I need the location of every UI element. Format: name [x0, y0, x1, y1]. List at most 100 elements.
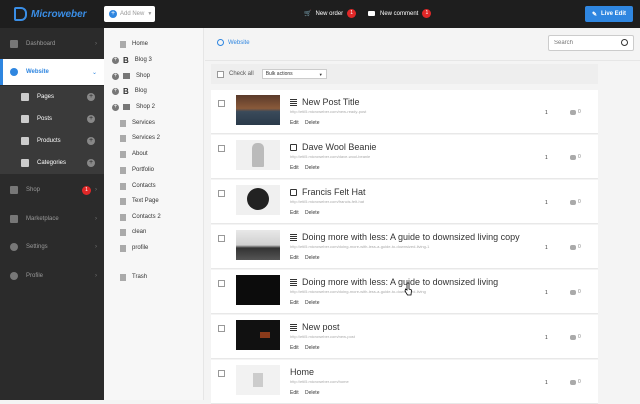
row-url[interactable]: http://etil5.microweber.com/home	[290, 379, 349, 384]
tree-item[interactable]: Contacts	[112, 180, 156, 192]
thumbnail-image[interactable]	[236, 95, 280, 125]
expand-icon[interactable]: +	[112, 56, 119, 64]
add-product-button[interactable]: +	[87, 137, 95, 145]
edit-link[interactable]: Edit	[290, 165, 299, 171]
delete-link[interactable]: Delete	[305, 210, 319, 216]
thumbnail-image[interactable]	[236, 275, 280, 305]
row-title[interactable]: Francis Felt Hat	[290, 187, 366, 197]
row-checkbox[interactable]	[218, 145, 225, 152]
sidebar-item-profile[interactable]: Profile ›	[0, 265, 104, 287]
row-checkbox[interactable]	[218, 370, 225, 377]
breadcrumb[interactable]: Website	[217, 39, 250, 46]
row-url[interactable]: http://etil5.microweber.com/dave-wool-be…	[290, 154, 370, 159]
delete-link[interactable]: Delete	[305, 120, 319, 126]
thumbnail-image[interactable]	[236, 230, 280, 260]
sidebar-item-pages[interactable]: Pages +	[0, 86, 104, 108]
row-checkbox[interactable]	[218, 325, 225, 332]
tree-item-label: Shop	[136, 73, 151, 79]
row-title[interactable]: New Post Title	[290, 97, 360, 107]
delete-link[interactable]: Delete	[305, 255, 319, 261]
row-url[interactable]: http://etil5.microweber.com/new-ready-po…	[290, 109, 366, 114]
row-checkbox[interactable]	[218, 280, 225, 287]
thumbnail-image[interactable]	[236, 320, 280, 350]
row-comments[interactable]: 0	[570, 244, 581, 250]
row-title[interactable]: Home	[290, 367, 314, 377]
add-post-button[interactable]: +	[87, 115, 95, 123]
comment-count: 0	[578, 154, 581, 160]
tree-item[interactable]: Contacts 2	[112, 211, 161, 223]
sidebar-item-dashboard[interactable]: Dashboard ›	[0, 33, 104, 55]
row-title[interactable]: Doing more with less: A guide to downsiz…	[290, 277, 498, 287]
search-input[interactable]	[549, 36, 617, 50]
check-all-checkbox[interactable]	[217, 70, 224, 78]
sidebar-item-shop[interactable]: Shop 1 ›	[0, 179, 104, 201]
tree-item[interactable]: About	[112, 148, 148, 160]
tree-item[interactable]: Portfolio	[112, 164, 154, 176]
edit-link[interactable]: Edit	[290, 345, 299, 351]
delete-link[interactable]: Delete	[305, 345, 319, 351]
add-page-button[interactable]: +	[87, 93, 95, 101]
sidebar-item-website[interactable]: Website ⌄	[0, 59, 104, 85]
sidebar-item-settings[interactable]: Settings ›	[0, 236, 104, 258]
expand-icon[interactable]: +	[112, 87, 119, 95]
comment-count: 0	[578, 334, 581, 340]
sidebar-item-posts[interactable]: Posts +	[0, 108, 104, 130]
tree-item-label: About	[132, 151, 148, 157]
sidebar-item-products[interactable]: Products +	[0, 130, 104, 152]
row-checkbox[interactable]	[218, 100, 225, 107]
row-url[interactable]: http://etil5.microweber.com/doing-more-w…	[290, 244, 429, 249]
table-row: Francis Felt Hat http://etil5.microweber…	[211, 180, 598, 224]
live-edit-button[interactable]: ✎ Live Edit	[585, 6, 633, 22]
row-comments[interactable]: 0	[570, 199, 581, 205]
edit-link[interactable]: Edit	[290, 255, 299, 261]
row-title[interactable]: New post	[290, 322, 340, 332]
row-comments[interactable]: 0	[570, 379, 581, 385]
delete-link[interactable]: Delete	[305, 300, 319, 306]
expand-icon[interactable]: +	[112, 103, 119, 111]
edit-link[interactable]: Edit	[290, 120, 299, 126]
thumbnail-image[interactable]	[236, 365, 280, 395]
post-icon	[290, 98, 297, 106]
sidebar-item-marketplace[interactable]: Marketplace ›	[0, 208, 104, 230]
search-icon[interactable]	[621, 39, 628, 46]
row-comments[interactable]: 0	[570, 334, 581, 340]
edit-link[interactable]: Edit	[290, 210, 299, 216]
tree-item[interactable]: + Shop 2	[112, 101, 155, 113]
bulk-actions-select[interactable]: Bulk actions ▼	[261, 69, 327, 79]
tree-item[interactable]: + B Blog 3	[112, 54, 152, 66]
row-checkbox[interactable]	[218, 190, 225, 197]
row-comments[interactable]: 0	[570, 289, 581, 295]
row-checkbox[interactable]	[218, 235, 225, 242]
edit-link[interactable]: Edit	[290, 300, 299, 306]
thumbnail-image[interactable]	[236, 140, 280, 170]
row-url[interactable]: http://etil5.microweber.com/francis-felt…	[290, 199, 364, 204]
tree-item[interactable]: Home	[112, 38, 148, 50]
row-count: 1	[545, 110, 548, 116]
tree-item[interactable]: profile	[112, 242, 148, 254]
row-title-text: Dave Wool Beanie	[302, 142, 377, 152]
page-icon	[120, 150, 126, 158]
new-comment-link[interactable]: New comment 1	[368, 9, 432, 18]
new-order-link[interactable]: 🛒 New order 1	[304, 9, 357, 18]
tree-item-trash[interactable]: Trash	[112, 271, 147, 283]
edit-link[interactable]: Edit	[290, 390, 299, 396]
tree-item[interactable]: + B Blog	[112, 85, 147, 97]
tree-item[interactable]: + Shop	[112, 70, 150, 82]
logo[interactable]: Microweber	[14, 7, 87, 21]
delete-link[interactable]: Delete	[305, 165, 319, 171]
row-title[interactable]: Dave Wool Beanie	[290, 142, 376, 152]
tree-item[interactable]: Services	[112, 117, 155, 129]
add-new-button[interactable]: + Add New ▼	[104, 6, 155, 22]
tree-item[interactable]: clean	[112, 226, 146, 238]
delete-link[interactable]: Delete	[305, 390, 319, 396]
expand-icon[interactable]: +	[112, 72, 119, 80]
thumbnail-image[interactable]	[236, 185, 280, 215]
sidebar-item-categories[interactable]: Categories +	[0, 152, 104, 174]
row-title[interactable]: Doing more with less: A guide to downsiz…	[290, 232, 520, 242]
row-url[interactable]: http://etil5.microweber.com/new-post	[290, 334, 355, 339]
tree-item[interactable]: Text Page	[112, 195, 159, 207]
add-category-button[interactable]: +	[87, 159, 95, 167]
row-comments[interactable]: 0	[570, 154, 581, 160]
row-comments[interactable]: 0	[570, 109, 581, 115]
tree-item[interactable]: Services 2	[112, 132, 160, 144]
